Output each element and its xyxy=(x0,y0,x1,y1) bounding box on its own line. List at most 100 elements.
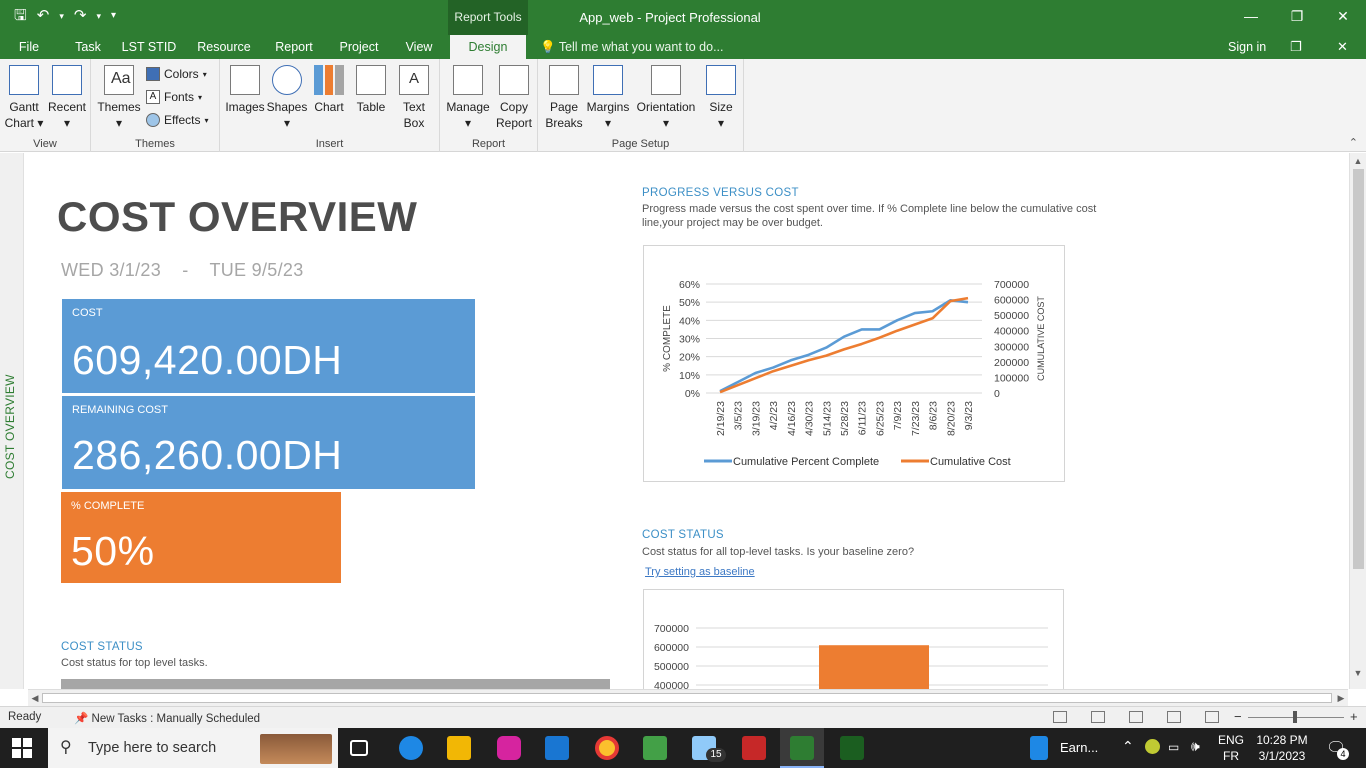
restore-button[interactable]: ❐ xyxy=(1274,0,1320,35)
page-breaks-button[interactable]: Page Breaks xyxy=(542,63,586,131)
media-icon[interactable] xyxy=(643,736,667,760)
recent-button[interactable]: Recent ▾ xyxy=(46,63,88,131)
shapes-label: Shapes xyxy=(266,100,308,114)
customize-qat-icon[interactable]: ▾ xyxy=(111,6,116,26)
team-planner-icon[interactable] xyxy=(1129,711,1143,723)
table-button[interactable]: Table xyxy=(350,63,392,115)
earnings-app-icon[interactable] xyxy=(1030,736,1048,760)
gantt-label: Gantt xyxy=(9,100,39,114)
chrome-icon[interactable] xyxy=(595,736,619,760)
cost-status-right-desc[interactable]: Cost status for all top-level tasks. Is … xyxy=(642,545,914,559)
battery-icon[interactable]: ▭ xyxy=(1168,740,1179,754)
clock-time: 10:28 PM xyxy=(1256,733,1308,747)
tab-design[interactable]: Design xyxy=(450,35,526,59)
chevron-down-icon[interactable]: ▾ xyxy=(59,6,64,26)
close-doc-icon[interactable]: ✕ xyxy=(1337,35,1348,59)
clock[interactable]: 10:28 PM 3/1/2023 xyxy=(1252,733,1312,763)
orientation-button[interactable]: Orientation ▾ xyxy=(633,63,699,131)
redo-icon[interactable]: ↷ xyxy=(74,6,87,26)
report-view-icon[interactable] xyxy=(1205,711,1219,723)
progress-cost-chart[interactable]: 0% 10% 20% 30% 40% 50% 60% 0 100000 200000 300000 4… xyxy=(643,245,1065,482)
excel-icon[interactable] xyxy=(840,736,864,760)
close-button[interactable]: ✕ xyxy=(1320,0,1366,35)
chevron-down-icon: ▾ xyxy=(662,116,670,130)
zoom-out-icon[interactable]: − xyxy=(1234,709,1242,724)
scroll-right-icon[interactable]: ▶ xyxy=(1334,690,1348,706)
y2-axis-title: CUMULATIVE COST xyxy=(1036,296,1046,381)
tab-resource[interactable]: Resource xyxy=(194,35,254,59)
margins-button[interactable]: Margins ▾ xyxy=(586,63,630,131)
progress-desc[interactable]: Progress made versus the cost spent over… xyxy=(642,202,1096,230)
remaining-cost-tile[interactable]: REMAINING COST 286,260.00DH xyxy=(62,396,475,489)
chart-button[interactable]: Chart xyxy=(310,63,348,115)
sign-in-link[interactable]: Sign in xyxy=(1228,35,1266,59)
vertical-scroll-thumb[interactable] xyxy=(1353,169,1364,569)
file-explorer-icon[interactable] xyxy=(447,736,471,760)
gantt-view-icon[interactable] xyxy=(1053,711,1067,723)
zoom-in-icon[interactable]: + xyxy=(1350,709,1358,724)
cost-status-chart[interactable]: 700000 600000 500000 400000 xyxy=(643,589,1064,766)
tab-lst-stid[interactable]: LST STID xyxy=(120,35,178,59)
scroll-up-icon[interactable]: ▲ xyxy=(1350,153,1366,169)
shapes-button[interactable]: Shapes ▾ xyxy=(266,63,308,131)
cost-status-table-header[interactable] xyxy=(61,679,610,689)
project-icon[interactable] xyxy=(790,736,814,760)
taskbar-search-box[interactable]: ⚲ Type here to search xyxy=(48,728,338,768)
tab-file[interactable]: File xyxy=(10,35,48,59)
windows-start-icon[interactable] xyxy=(12,738,32,758)
horizontal-scroll-thumb[interactable] xyxy=(42,693,1332,703)
size-button[interactable]: Size ▾ xyxy=(702,63,740,131)
tab-project[interactable]: Project xyxy=(334,35,384,59)
undo-icon[interactable]: ↶ xyxy=(37,6,50,26)
tell-me-box[interactable]: 💡 Tell me what you want to do... xyxy=(540,35,724,59)
manage-button[interactable]: Manage ▾ xyxy=(444,63,492,131)
edge-icon[interactable] xyxy=(399,736,423,760)
group-view: Gantt Chart ▾ Recent ▾ View xyxy=(0,59,91,152)
task-view-icon[interactable] xyxy=(350,740,368,756)
effects-button[interactable]: Effects ▾ xyxy=(146,110,208,130)
earnings-app-label[interactable]: Earn... xyxy=(1060,740,1098,755)
save-icon[interactable]: 🖫 xyxy=(14,6,27,26)
instagram-icon[interactable] xyxy=(497,736,521,760)
ribbon-display-icon[interactable]: ❐ xyxy=(1290,35,1302,59)
minimize-button[interactable]: — xyxy=(1228,0,1274,35)
chevron-down-icon: ▾ xyxy=(63,116,71,130)
tray-app-icon[interactable] xyxy=(1145,739,1160,754)
volume-icon[interactable]: 🕪 xyxy=(1191,738,1200,755)
fonts-button[interactable]: A Fonts ▾ xyxy=(146,87,202,107)
vertical-scrollbar[interactable]: ▲ ▼ xyxy=(1349,153,1366,689)
themes-button[interactable]: Aa Themes ▾ xyxy=(97,63,141,131)
scroll-down-icon[interactable]: ▼ xyxy=(1350,665,1366,681)
try-setting-baseline-link[interactable]: Try setting as baseline xyxy=(645,566,755,578)
cost-tile[interactable]: COST 609,420.00DH xyxy=(62,299,475,393)
new-tasks-mode[interactable]: 📌 New Tasks : Manually Scheduled xyxy=(74,711,260,725)
collapse-ribbon-icon[interactable]: ⌃ xyxy=(1349,136,1358,149)
report-title[interactable]: COST OVERVIEW xyxy=(57,193,417,241)
chevron-up-icon[interactable]: ⌃ xyxy=(1122,738,1134,755)
cost-status-left-desc[interactable]: Cost status for top level tasks. xyxy=(61,656,208,670)
text-box-button[interactable]: A Text Box xyxy=(394,63,434,131)
tab-view[interactable]: View xyxy=(400,35,438,59)
tab-task[interactable]: Task xyxy=(70,35,106,59)
store-icon[interactable] xyxy=(545,736,569,760)
images-button[interactable]: Images xyxy=(224,63,266,115)
task-usage-icon[interactable] xyxy=(1091,711,1105,723)
copy-report-button[interactable]: Copy Report xyxy=(492,63,536,131)
progress-heading[interactable]: PROGRESS VERSUS COST xyxy=(642,187,799,199)
chevron-down-icon[interactable]: ▾ xyxy=(96,6,101,26)
search-highlight-image xyxy=(260,734,332,764)
colors-button[interactable]: Colors ▾ xyxy=(146,64,207,84)
horizontal-scrollbar[interactable]: ◀ ▶ xyxy=(28,689,1348,706)
date-range[interactable]: WED 3/1/23 - TUE 9/5/23 xyxy=(61,260,304,281)
cost-status-right-heading[interactable]: COST STATUS xyxy=(642,529,724,541)
tab-report[interactable]: Report xyxy=(270,35,318,59)
cost-status-left-heading[interactable]: COST STATUS xyxy=(61,641,143,653)
scroll-left-icon[interactable]: ◀ xyxy=(28,690,42,706)
acrobat-icon[interactable] xyxy=(742,736,766,760)
zoom-slider-thumb[interactable] xyxy=(1293,711,1297,723)
gantt-chart-button[interactable]: Gantt Chart ▾ xyxy=(4,63,44,131)
resource-sheet-icon[interactable] xyxy=(1167,711,1181,723)
percent-complete-tile[interactable]: % COMPLETE 50% xyxy=(61,492,341,583)
progress-cost-chart-svg: 0% 10% 20% 30% 40% 50% 60% 0 100000 200000 300000 4… xyxy=(662,279,1046,468)
language-indicator[interactable]: ENG FR xyxy=(1218,733,1244,763)
